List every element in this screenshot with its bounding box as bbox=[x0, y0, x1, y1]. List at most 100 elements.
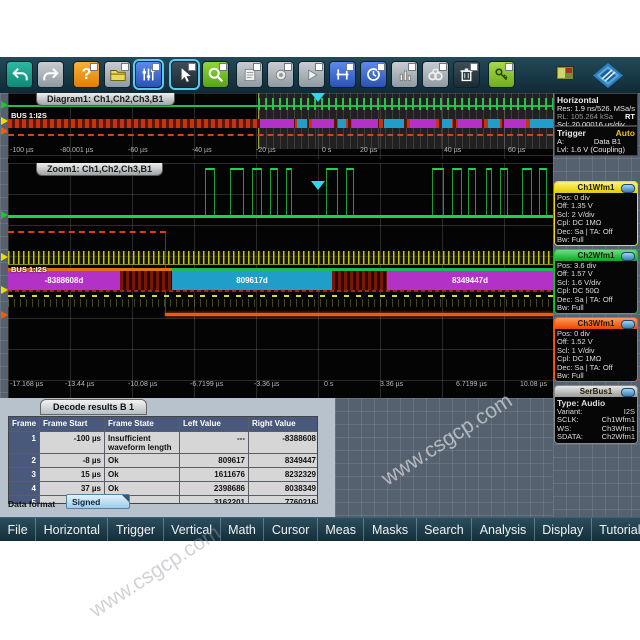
playback-button[interactable] bbox=[298, 61, 325, 88]
ch2-panel[interactable]: Ch2Wfm1 Pos: 3.6 div Off: 1.57 V Scl: 1.… bbox=[554, 249, 638, 314]
table-cell: 8232329 bbox=[249, 468, 318, 481]
minimize-icon[interactable] bbox=[621, 252, 635, 261]
rohde-schwarz-logo bbox=[592, 62, 624, 89]
bus-gap bbox=[332, 271, 387, 290]
menu-cursor[interactable]: Cursor bbox=[264, 518, 318, 541]
table-cell: 3 bbox=[9, 468, 39, 481]
ch2-pulse bbox=[539, 168, 547, 215]
serbus-val: Ch2Wfm1 bbox=[602, 433, 635, 441]
bus-frame-value[interactable]: 809617d bbox=[172, 271, 332, 290]
axis-tick-label: 0 s bbox=[324, 381, 333, 388]
spectrum-icon bbox=[397, 67, 413, 83]
content-area: BUS 1:I2S Diagram1: Ch1,Ch2,Ch3,B1 -100 … bbox=[0, 93, 640, 517]
toolbar: ? bbox=[0, 57, 640, 95]
bus1-zoom-marker-icon[interactable] bbox=[1, 286, 8, 294]
ch1-panel[interactable]: Ch1Wfm1 Pos: 0 div Off: 1.35 V Scl: 2 V/… bbox=[554, 181, 638, 246]
delete-trash-icon bbox=[458, 66, 475, 83]
minimize-icon[interactable] bbox=[621, 388, 635, 397]
help-button[interactable]: ? bbox=[73, 61, 100, 88]
ch1-tab-label: Ch1Wfm1 bbox=[578, 183, 615, 192]
zoom1-diagram: Zoom1: Ch1,Ch2,Ch3,B1 bbox=[8, 163, 553, 398]
acquisition-button[interactable] bbox=[360, 61, 387, 88]
vertical-settings-button[interactable] bbox=[135, 61, 162, 88]
screenshot-camera-icon bbox=[556, 66, 574, 80]
ch3-marker-icon[interactable] bbox=[1, 127, 8, 135]
axis-tick-label: 0 s bbox=[322, 147, 331, 154]
ch2-pulse bbox=[500, 168, 508, 215]
ch1-zoom-marker-icon[interactable] bbox=[1, 253, 8, 261]
axis-tick-label: -6.7199 µs bbox=[190, 381, 223, 388]
menu-analysis[interactable]: Analysis bbox=[472, 518, 535, 541]
ch2-activity-band bbox=[258, 98, 553, 110]
minimize-icon[interactable] bbox=[621, 184, 635, 193]
minimize-icon[interactable] bbox=[621, 320, 635, 329]
ch2-zoom-marker-icon[interactable] bbox=[1, 211, 8, 219]
ch2-tab-label: Ch2Wfm1 bbox=[578, 251, 615, 260]
menu-meas[interactable]: Meas bbox=[318, 518, 365, 541]
axis-tick-label: -20 µs bbox=[256, 147, 276, 154]
ch3-zoom-marker-icon[interactable] bbox=[1, 311, 8, 319]
trigger-panel[interactable]: TriggerAuto A:Data B1 Lvl: 1.6 V (Coupli… bbox=[554, 126, 638, 156]
horizontal-panel[interactable]: Horizontal Res: 1.9 ns/526. MSa/s RL: 10… bbox=[554, 93, 638, 126]
mask-test-button[interactable] bbox=[267, 61, 294, 88]
zoom-button[interactable] bbox=[202, 61, 229, 88]
menu-file[interactable]: File bbox=[0, 518, 36, 541]
axis-tick-label: -60 µs bbox=[128, 147, 148, 154]
zoom1-tab[interactable]: Zoom1: Ch1,Ch2,Ch3,B1 bbox=[36, 163, 163, 176]
security-button[interactable] bbox=[488, 61, 515, 88]
decode-results-tab[interactable]: Decode results B 1 bbox=[40, 399, 147, 415]
ch2-pulse bbox=[286, 168, 292, 215]
menu-masks[interactable]: Masks bbox=[364, 518, 416, 541]
axis-tick-label: -100 µs bbox=[10, 147, 34, 154]
open-file-button[interactable] bbox=[104, 61, 131, 88]
ch2-pulse bbox=[468, 168, 476, 215]
table-cell: 1611676 bbox=[180, 468, 248, 481]
select-cursor-button[interactable] bbox=[171, 61, 198, 88]
trigger-level: Lvl: 1.6 V (Coupling) bbox=[557, 146, 635, 154]
diagram1: BUS 1:I2S Diagram1: Ch1,Ch2,Ch3,B1 -100 … bbox=[8, 93, 553, 159]
select-cursor-icon bbox=[176, 66, 194, 84]
column-header: Left Value bbox=[180, 417, 248, 431]
data-format-select[interactable]: Signed bbox=[66, 494, 130, 509]
ch1-dash-line bbox=[8, 295, 553, 297]
menu-tutorials[interactable]: Tutorials bbox=[592, 518, 640, 541]
ch2-pulse bbox=[486, 168, 492, 215]
bus-bottom-border bbox=[8, 290, 553, 292]
table-cell: 7760216 bbox=[249, 496, 318, 504]
open-file-icon bbox=[109, 66, 127, 84]
menu-display[interactable]: Display bbox=[535, 518, 592, 541]
table-cell: Ok bbox=[105, 468, 179, 481]
playback-icon bbox=[304, 67, 320, 83]
redo-icon bbox=[42, 66, 60, 84]
menu-search[interactable]: Search bbox=[417, 518, 473, 541]
redo-button[interactable] bbox=[37, 61, 64, 88]
menu-math[interactable]: Math bbox=[221, 518, 265, 541]
trigger-position-marker[interactable] bbox=[311, 93, 325, 102]
bus-frame-value[interactable]: 8349447d bbox=[387, 271, 553, 290]
ch2-marker-icon[interactable] bbox=[1, 101, 8, 109]
table-cell: 8038349 bbox=[249, 482, 318, 495]
screenshot-button[interactable] bbox=[556, 66, 574, 85]
brand-logo bbox=[592, 62, 624, 94]
serbus-panel[interactable]: SerBus1 Type: Audio Variant:I2S SCLK:Ch1… bbox=[554, 385, 638, 444]
search-button[interactable] bbox=[422, 61, 449, 88]
annotate-button[interactable] bbox=[236, 61, 263, 88]
measure-button[interactable] bbox=[329, 61, 356, 88]
axis-tick-label: -17.168 µs bbox=[10, 381, 43, 388]
bus1-marker-icon[interactable] bbox=[1, 117, 8, 125]
spectrum-button[interactable] bbox=[391, 61, 418, 88]
diagram1-tab[interactable]: Diagram1: Ch1,Ch2,Ch3,B1 bbox=[36, 93, 175, 106]
delete-button[interactable] bbox=[453, 61, 480, 88]
undo-button[interactable] bbox=[6, 61, 33, 88]
axis-tick-label: 10.08 µs bbox=[520, 381, 547, 388]
menu-trigger[interactable]: Trigger bbox=[108, 518, 163, 541]
bus-frame-segment bbox=[504, 119, 526, 128]
bus-frame-segment bbox=[410, 119, 436, 128]
menu-horizontal[interactable]: Horizontal bbox=[36, 518, 108, 541]
ch3-panel[interactable]: Ch3Wfm1 Pos: 0 div Off: 1.52 V Scl: 1 V/… bbox=[554, 317, 638, 382]
trigger-position-marker[interactable] bbox=[311, 181, 325, 190]
oscilloscope-app: ? bbox=[0, 57, 640, 540]
bus-frame-segment bbox=[338, 119, 346, 128]
realtime-badge: RT bbox=[625, 113, 635, 121]
decode-results-table[interactable]: Frame Frame Start Frame State Left Value… bbox=[8, 416, 318, 504]
